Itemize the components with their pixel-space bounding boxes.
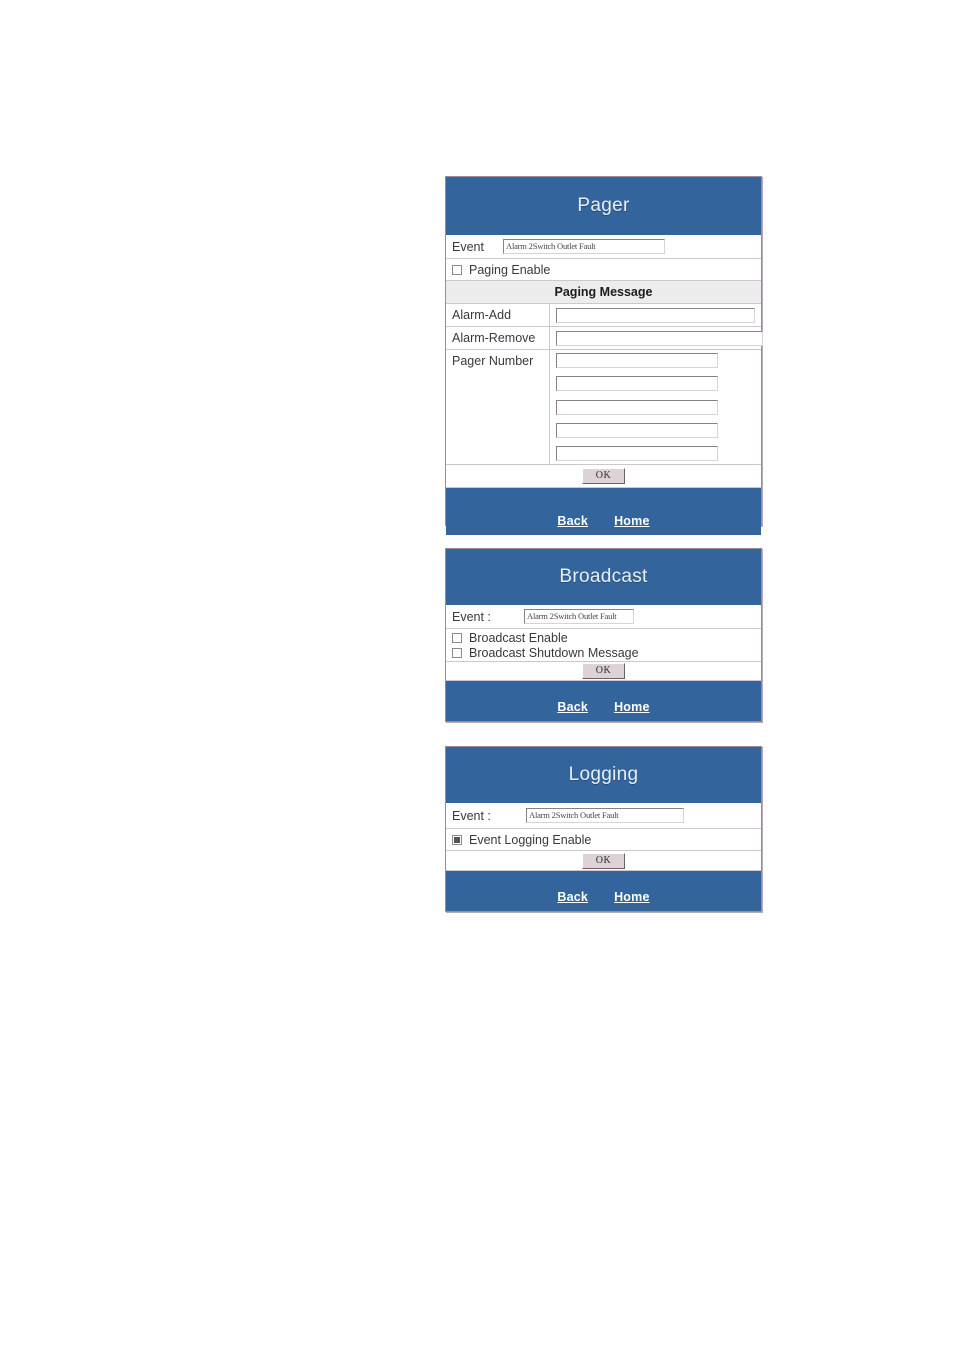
broadcast-shutdown-message-label: Broadcast Shutdown Message <box>469 645 639 660</box>
pager-number-input-4[interactable] <box>556 422 718 438</box>
logging-panel: Logging Event : Alarm 2Switch Outlet Fau… <box>445 746 762 912</box>
logging-panel-title: Logging <box>446 747 761 803</box>
logging-ok-row: OK <box>446 851 761 871</box>
alarm-remove-label: Alarm-Remove <box>446 327 550 349</box>
pager-event-field-cell: Alarm 2Switch Outlet Fault <box>503 235 761 258</box>
broadcast-ok-button[interactable]: OK <box>581 663 626 679</box>
broadcast-ok-row: OK <box>446 662 761 681</box>
broadcast-checkbox-group: Broadcast Enable Broadcast Shutdown Mess… <box>446 629 761 662</box>
broadcast-event-row: Event : Alarm 2Switch Outlet Fault <box>446 605 761 629</box>
pager-number-label: Pager Number <box>446 350 550 464</box>
pager-enable-row: Paging Enable <box>446 259 761 281</box>
broadcast-enable-row: Broadcast Enable <box>449 630 568 645</box>
broadcast-shutdown-message-checkbox[interactable] <box>452 647 462 658</box>
logging-event-input[interactable]: Alarm 2Switch Outlet Fault <box>526 808 684 823</box>
logging-back-link[interactable]: Back <box>557 890 588 904</box>
broadcast-event-field-cell: Alarm 2Switch Outlet Fault <box>524 605 761 628</box>
document-page: Pager Event Alarm 2Switch Outlet Fault P… <box>0 0 954 1351</box>
pager-number-row: Pager Number <box>446 350 761 465</box>
pager-number-input-1[interactable] <box>556 353 718 368</box>
pager-number-input-3[interactable] <box>556 399 718 415</box>
alarm-add-field-cell <box>550 304 761 326</box>
pager-number-input-5[interactable] <box>556 446 718 461</box>
alarm-add-input[interactable] <box>556 307 755 323</box>
logging-home-link[interactable]: Home <box>614 890 650 904</box>
pager-panel-footer: Back Home <box>446 488 761 535</box>
alarm-add-row: Alarm-Add <box>446 304 761 327</box>
pager-ok-button[interactable]: OK <box>581 468 626 484</box>
pager-event-row: Event Alarm 2Switch Outlet Fault <box>446 235 761 259</box>
pager-panel-title: Pager <box>446 177 761 235</box>
broadcast-shutdown-row: Broadcast Shutdown Message <box>449 645 639 660</box>
alarm-remove-row: Alarm-Remove <box>446 327 763 350</box>
paging-enable-checkbox[interactable] <box>452 264 462 275</box>
pager-home-link[interactable]: Home <box>614 514 650 528</box>
broadcast-enable-label: Broadcast Enable <box>469 630 568 645</box>
broadcast-panel-footer: Back Home <box>446 681 761 721</box>
pager-number-input-2[interactable] <box>556 376 718 392</box>
logging-event-field-cell: Alarm 2Switch Outlet Fault <box>526 803 761 828</box>
paging-message-section-header: Paging Message <box>446 281 761 304</box>
broadcast-panel-title: Broadcast <box>446 549 761 605</box>
broadcast-event-input[interactable]: Alarm 2Switch Outlet Fault <box>524 609 634 624</box>
pager-ok-row: OK <box>446 465 761 488</box>
paging-enable-label: Paging Enable <box>469 262 551 277</box>
alarm-remove-input[interactable] <box>556 330 763 346</box>
pager-back-link[interactable]: Back <box>557 514 588 528</box>
alarm-add-label: Alarm-Add <box>446 304 550 326</box>
broadcast-back-link[interactable]: Back <box>557 700 588 714</box>
alarm-remove-field-cell <box>550 327 763 349</box>
broadcast-enable-checkbox[interactable] <box>452 632 462 643</box>
broadcast-event-label: Event : <box>452 609 491 624</box>
broadcast-panel: Broadcast Event : Alarm 2Switch Outlet F… <box>445 548 762 722</box>
logging-event-row: Event : Alarm 2Switch Outlet Fault <box>446 803 761 829</box>
event-logging-enable-label: Event Logging Enable <box>469 832 592 847</box>
event-logging-enable-checkbox[interactable] <box>452 834 462 845</box>
pager-number-input-stack <box>550 350 761 464</box>
logging-event-label: Event : <box>452 808 491 823</box>
pager-event-input[interactable]: Alarm 2Switch Outlet Fault <box>503 239 665 254</box>
logging-panel-footer: Back Home <box>446 871 761 911</box>
logging-ok-button[interactable]: OK <box>581 852 626 869</box>
broadcast-home-link[interactable]: Home <box>614 700 650 714</box>
pager-event-label: Event <box>452 239 484 254</box>
logging-enable-row: Event Logging Enable <box>446 829 761 851</box>
pager-panel: Pager Event Alarm 2Switch Outlet Fault P… <box>445 176 763 535</box>
